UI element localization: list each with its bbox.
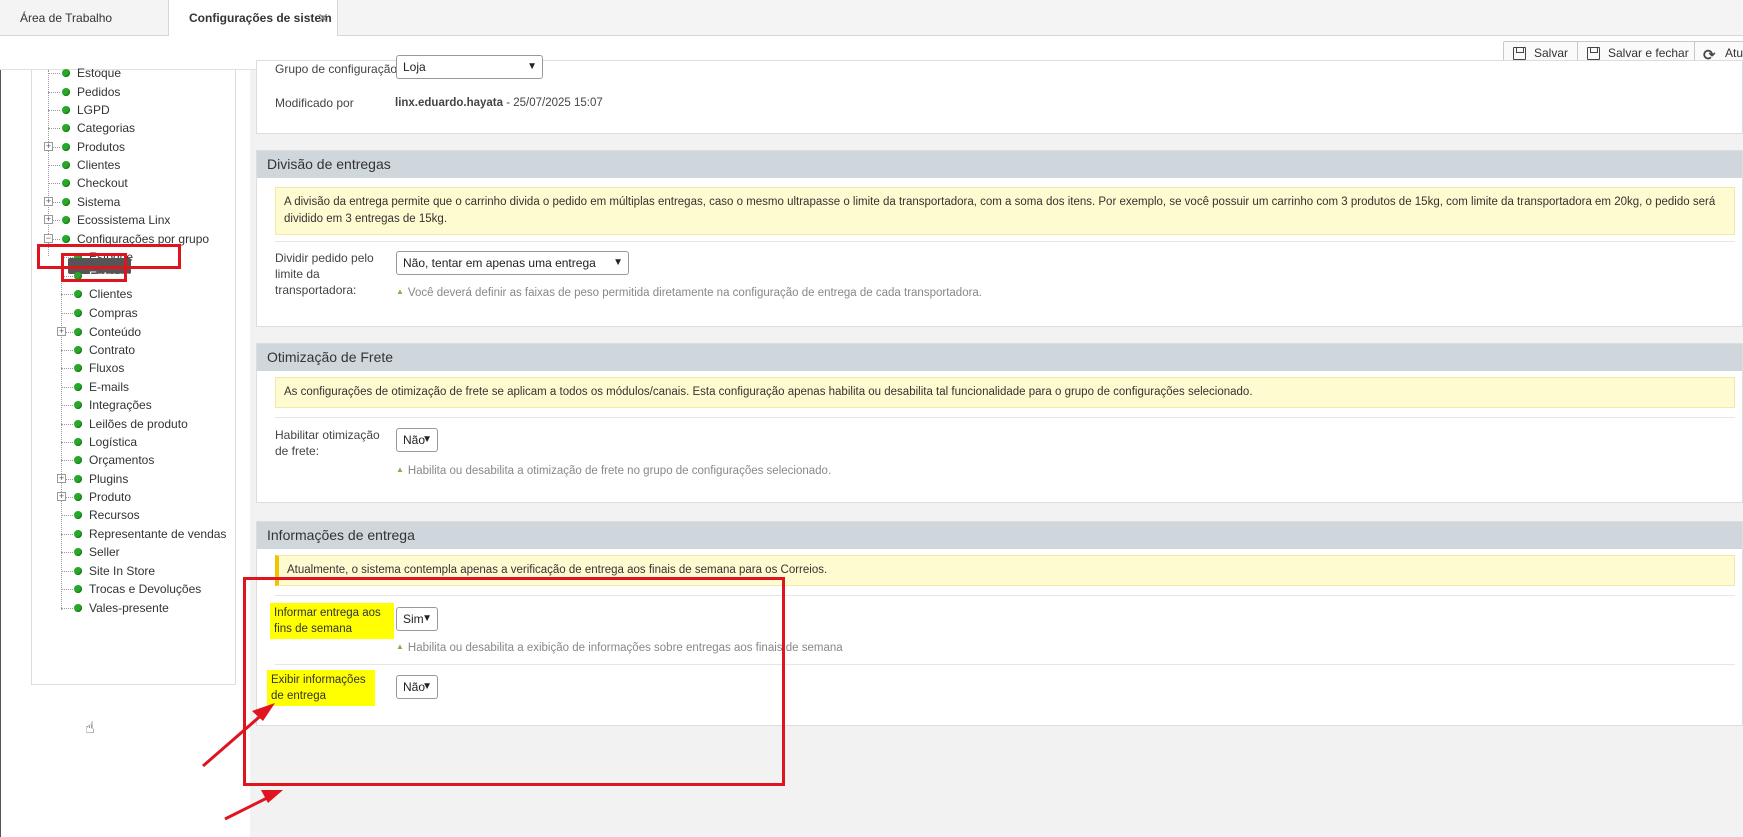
status-dot-icon bbox=[62, 124, 70, 132]
tab-config-label: Configurações de sistem bbox=[189, 11, 332, 25]
caret-up-icon: ▲ bbox=[396, 465, 404, 474]
status-dot-icon bbox=[74, 309, 82, 317]
group-label: Grupo de configuração bbox=[275, 62, 398, 76]
status-dot-icon bbox=[74, 346, 82, 354]
otimizacao-info: As configurações de otimização de frete … bbox=[275, 377, 1735, 408]
divisao-info: A divisão da entrega permite que o carri… bbox=[275, 187, 1735, 235]
status-dot-icon bbox=[74, 511, 82, 519]
refresh-label: Atua bbox=[1725, 46, 1743, 60]
status-dot-icon bbox=[74, 456, 82, 464]
divisao-value: Não, tentar em apenas uma entrega bbox=[403, 256, 596, 270]
close-icon[interactable]: ✕ bbox=[317, 0, 329, 36]
modified-label: Modificado por bbox=[275, 96, 354, 110]
expand-icon[interactable]: + bbox=[57, 327, 66, 336]
save-label: Salvar bbox=[1534, 46, 1569, 60]
status-dot-icon bbox=[62, 216, 70, 224]
floppy-disk-icon bbox=[1587, 47, 1600, 60]
expand-icon[interactable]: + bbox=[44, 197, 53, 206]
status-dot-icon bbox=[62, 88, 70, 96]
status-dot-icon bbox=[74, 438, 82, 446]
group-select[interactable]: Loja ▼ bbox=[396, 55, 543, 79]
expand-icon[interactable]: + bbox=[57, 492, 66, 501]
status-dot-icon bbox=[74, 401, 82, 409]
status-dot-icon bbox=[74, 567, 82, 575]
status-dot-icon bbox=[74, 290, 82, 298]
otimizacao-title: Otimização de Frete bbox=[257, 344, 1742, 371]
divisao-card: Divisão de entregas A divisão da entrega… bbox=[256, 150, 1743, 327]
status-dot-icon bbox=[62, 235, 70, 243]
status-dot-icon bbox=[62, 69, 70, 77]
otimizacao-card: Otimização de Frete As configurações de … bbox=[256, 343, 1743, 503]
otimizacao-field-label: Habilitar otimização de frete: bbox=[275, 428, 380, 458]
status-dot-icon bbox=[74, 530, 82, 538]
chevron-down-icon: ▼ bbox=[527, 61, 537, 72]
modified-value: linx.eduardo.hayata - 25/07/2025 15:07 bbox=[395, 95, 603, 111]
status-dot-icon bbox=[62, 143, 70, 151]
expand-icon[interactable]: + bbox=[57, 474, 66, 483]
status-dot-icon bbox=[74, 585, 82, 593]
status-dot-icon bbox=[62, 106, 70, 114]
chevron-down-icon: ▼ bbox=[613, 257, 623, 268]
status-dot-icon bbox=[62, 198, 70, 206]
floppy-disk-icon bbox=[1513, 47, 1526, 60]
status-dot-icon bbox=[74, 493, 82, 501]
left-panel: Estoque Pedidos LGPD Categorias + Produt… bbox=[0, 66, 250, 837]
divisao-title: Divisão de entregas bbox=[257, 151, 1742, 178]
divisao-field-label: Dividir pedido pelo limite da transporta… bbox=[275, 251, 374, 297]
caret-up-icon: ▲ bbox=[396, 287, 404, 296]
status-dot-icon bbox=[74, 548, 82, 556]
divisao-select[interactable]: Não, tentar em apenas uma entrega ▼ bbox=[396, 251, 629, 275]
status-dot-icon bbox=[62, 179, 70, 187]
tab-workspace[interactable]: Área de Trabalho bbox=[0, 0, 168, 36]
tab-config[interactable]: Configurações de sistem ✕ bbox=[168, 0, 338, 37]
config-tree: Estoque Pedidos LGPD Categorias + Produt… bbox=[31, 66, 236, 685]
highlight-box-informacoes bbox=[243, 577, 785, 786]
group-value: Loja bbox=[403, 60, 426, 74]
modified-user: linx.eduardo.hayata bbox=[395, 97, 504, 109]
save-close-label: Salvar e fechar bbox=[1608, 46, 1689, 60]
chevron-down-icon: ▼ bbox=[422, 434, 432, 445]
status-dot-icon bbox=[74, 383, 82, 391]
status-dot-icon bbox=[74, 475, 82, 483]
main-content: Grupo de configuração Loja ▼ Modificado … bbox=[243, 55, 1743, 837]
status-dot-icon bbox=[74, 364, 82, 372]
otimizacao-select[interactable]: Não ▼ bbox=[396, 428, 438, 452]
status-dot-icon bbox=[74, 420, 82, 428]
expand-icon[interactable]: + bbox=[44, 215, 53, 224]
otimizacao-hint: ▲ Habilita ou desabilita a otimização de … bbox=[396, 465, 832, 477]
general-card: Grupo de configuração Loja ▼ Modificado … bbox=[256, 55, 1743, 134]
status-dot-icon bbox=[74, 328, 82, 336]
collapse-icon[interactable]: − bbox=[44, 234, 53, 243]
divisao-hint: ▲ Você deverá definir as faixas de peso p… bbox=[396, 287, 983, 299]
informacoes-title: Informações de entrega bbox=[257, 522, 1742, 549]
expand-icon[interactable]: + bbox=[44, 142, 53, 151]
tab-bar: Área de Trabalho Configurações de sistem… bbox=[0, 0, 1743, 37]
modified-date: - 25/07/2025 15:07 bbox=[503, 97, 603, 109]
highlight-box-entrega bbox=[61, 253, 127, 282]
status-dot-icon bbox=[62, 161, 70, 169]
status-dot-icon bbox=[74, 604, 82, 612]
hand-cursor-icon: ☝ bbox=[85, 720, 95, 737]
